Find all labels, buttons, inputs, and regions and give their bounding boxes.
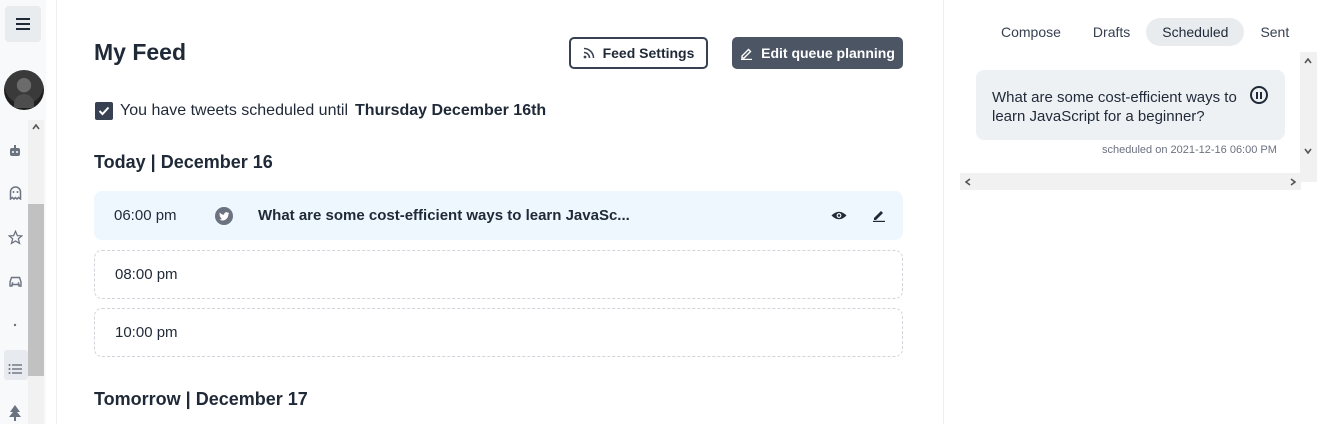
tab-sent[interactable]: Sent bbox=[1244, 18, 1305, 46]
scroll-up-arrow-icon[interactable] bbox=[28, 120, 44, 134]
car-icon[interactable] bbox=[6, 272, 24, 290]
page-title: My Feed bbox=[94, 39, 187, 65]
queue-slot-empty[interactable]: 10:00 pm bbox=[94, 308, 903, 357]
slot-time: 08:00 pm bbox=[115, 266, 178, 283]
menu-button[interactable] bbox=[5, 6, 41, 42]
tab-drafts[interactable]: Drafts bbox=[1077, 18, 1146, 46]
tab-compose[interactable]: Compose bbox=[985, 18, 1077, 46]
scheduled-tweet-card[interactable]: What are some cost-efficient ways to lea… bbox=[976, 70, 1285, 140]
scheduled-until-notice: You have tweets scheduled until Thursday… bbox=[95, 102, 546, 120]
scroll-left-arrow-icon[interactable] bbox=[961, 175, 975, 189]
pencil-icon bbox=[741, 48, 753, 60]
pause-icon[interactable] bbox=[1250, 86, 1268, 104]
edit-pencil-icon[interactable] bbox=[871, 207, 887, 223]
day-heading-tomorrow: Tomorrow | December 17 bbox=[94, 389, 308, 409]
checkbox-checked[interactable] bbox=[95, 102, 113, 120]
edit-queue-planning-button[interactable]: Edit queue planning bbox=[732, 37, 903, 69]
menu-icon bbox=[16, 18, 30, 30]
ghost-icon[interactable] bbox=[6, 184, 24, 202]
twitter-icon bbox=[215, 207, 233, 225]
check-icon bbox=[98, 106, 110, 116]
slot-time: 10:00 pm bbox=[115, 324, 178, 341]
panel-tabs: Compose Drafts Scheduled Sent bbox=[985, 18, 1305, 46]
queue-slot[interactable]: 06:00 pm What are some cost-efficient wa… bbox=[94, 191, 903, 240]
tab-scheduled[interactable]: Scheduled bbox=[1146, 18, 1245, 46]
rss-icon bbox=[583, 47, 594, 59]
panel-vertical-scrollbar[interactable] bbox=[1300, 52, 1317, 182]
scroll-right-arrow-icon[interactable] bbox=[1286, 175, 1300, 189]
day-heading-today: Today | December 16 bbox=[94, 152, 273, 172]
scroll-down-arrow-icon[interactable] bbox=[1301, 144, 1315, 158]
avatar[interactable] bbox=[4, 70, 44, 110]
feed-settings-button[interactable]: Feed Settings bbox=[569, 37, 708, 69]
scroll-up-arrow-icon[interactable] bbox=[1301, 54, 1315, 68]
tree-icon[interactable] bbox=[6, 404, 24, 422]
star-icon[interactable] bbox=[6, 228, 24, 246]
edit-queue-label: Edit queue planning bbox=[761, 45, 895, 61]
dot-icon[interactable] bbox=[6, 316, 24, 334]
sidebar-scroll-thumb[interactable] bbox=[28, 204, 44, 376]
list-icon[interactable] bbox=[6, 360, 24, 378]
feed-settings-label: Feed Settings bbox=[602, 45, 695, 61]
slot-tweet-text: What are some cost-efficient ways to lea… bbox=[258, 207, 630, 224]
panel-horizontal-scrollbar[interactable] bbox=[960, 173, 1301, 190]
right-panel-divider bbox=[943, 0, 944, 424]
scheduled-until-date: Thursday December 16th bbox=[355, 102, 547, 119]
queue-slot-empty[interactable]: 08:00 pm bbox=[94, 250, 903, 299]
left-sidebar bbox=[0, 0, 46, 424]
sidebar-divider bbox=[56, 0, 57, 424]
robot-icon[interactable] bbox=[6, 142, 24, 160]
scheduled-timestamp: scheduled on 2021-12-16 06:00 PM bbox=[1102, 144, 1277, 156]
slot-time: 06:00 pm bbox=[114, 207, 177, 224]
scheduled-prefix-text: You have tweets scheduled until bbox=[120, 102, 349, 119]
scheduled-tweet-text: What are some cost-efficient ways to lea… bbox=[992, 89, 1237, 125]
eye-icon[interactable] bbox=[830, 208, 848, 222]
